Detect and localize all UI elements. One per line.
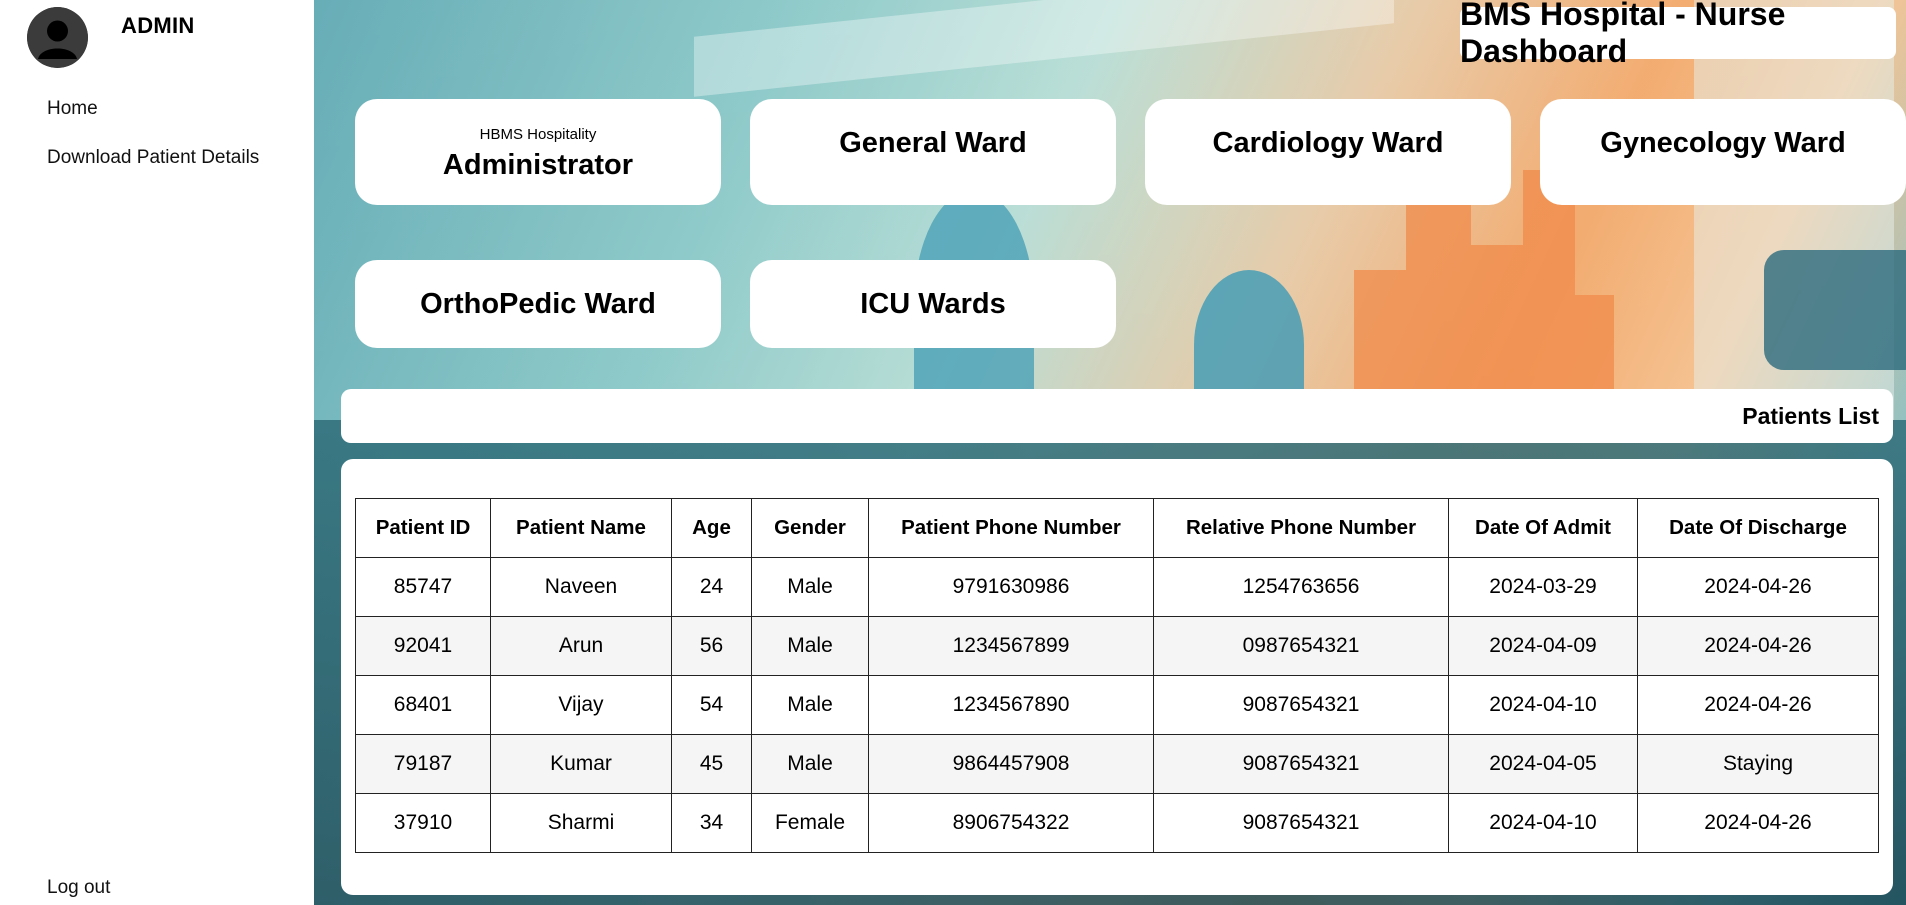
table-cell: Vijay bbox=[490, 675, 672, 735]
table-row: 92041 Arun 56 Male 1234567899 0987654321 2024-… bbox=[355, 616, 1879, 676]
table-cell: 1254763656 bbox=[1153, 557, 1449, 617]
general-ward-label: General Ward bbox=[839, 126, 1027, 159]
table-cell: 92041 bbox=[355, 616, 491, 676]
table-cell: 2024-04-09 bbox=[1448, 616, 1638, 676]
column-header: Patient Phone Number bbox=[868, 498, 1154, 558]
nav-home-link[interactable]: Home bbox=[47, 98, 98, 120]
general-ward-card[interactable]: General Ward bbox=[750, 99, 1116, 205]
patients-table-panel: Patient ID Patient Name Age Gender Patie… bbox=[341, 459, 1893, 895]
table-cell: Arun bbox=[490, 616, 672, 676]
sidebar: ADMIN Home Download Patient Details Log … bbox=[0, 0, 314, 905]
column-header: Gender bbox=[751, 498, 869, 558]
cardiology-ward-label: Cardiology Ward bbox=[1212, 126, 1444, 159]
table-cell: Sharmi bbox=[490, 793, 672, 853]
patients-table: Patient ID Patient Name Age Gender Patie… bbox=[355, 498, 1879, 853]
table-cell: Male bbox=[751, 557, 869, 617]
background-illustration bbox=[694, 0, 1394, 97]
page-title: BMS Hospital - Nurse Dashboard bbox=[1460, 0, 1896, 69]
column-header: Relative Phone Number bbox=[1153, 498, 1449, 558]
main-area: BMS Hospital - Nurse Dashboard HBMS Hosp… bbox=[314, 0, 1906, 905]
administrator-card-label: Administrator bbox=[442, 149, 634, 181]
table-cell: 2024-03-29 bbox=[1448, 557, 1638, 617]
background-illustration bbox=[1354, 170, 1614, 420]
table-cell: 85747 bbox=[355, 557, 491, 617]
table-cell: 1234567890 bbox=[868, 675, 1154, 735]
table-cell: Male bbox=[751, 675, 869, 735]
table-cell: 1234567899 bbox=[868, 616, 1154, 676]
gynecology-ward-card[interactable]: Gynecology Ward bbox=[1540, 99, 1906, 205]
table-cell: 0987654321 bbox=[1153, 616, 1449, 676]
table-cell: 34 bbox=[671, 793, 752, 853]
table-cell: 56 bbox=[671, 616, 752, 676]
orthopedic-ward-label: OrthoPedic Ward bbox=[420, 287, 656, 320]
column-header: Date Of Admit bbox=[1448, 498, 1638, 558]
table-cell: 2024-04-26 bbox=[1637, 675, 1879, 735]
app: ADMIN Home Download Patient Details Log … bbox=[0, 0, 1906, 905]
table-cell: 2024-04-10 bbox=[1448, 675, 1638, 735]
table-cell: 8906754322 bbox=[868, 793, 1154, 853]
table-cell: Kumar bbox=[490, 734, 672, 794]
nav-logout-link[interactable]: Log out bbox=[47, 877, 110, 899]
table-cell: 2024-04-05 bbox=[1448, 734, 1638, 794]
table-cell: 9087654321 bbox=[1153, 734, 1449, 794]
column-header: Date Of Discharge bbox=[1637, 498, 1879, 558]
orthopedic-ward-card[interactable]: OrthoPedic Ward bbox=[355, 260, 721, 348]
table-cell: 9791630986 bbox=[868, 557, 1154, 617]
administrator-card[interactable]: HBMS Hospitality Administrator bbox=[355, 99, 721, 205]
table-cell: Naveen bbox=[490, 557, 672, 617]
table-cell: 9087654321 bbox=[1153, 675, 1449, 735]
table-cell: 2024-04-26 bbox=[1637, 616, 1879, 676]
table-header-row: Patient ID Patient Name Age Gender Patie… bbox=[355, 498, 1879, 558]
patients-list-header: Patients List bbox=[341, 389, 1893, 443]
table-cell: 37910 bbox=[355, 793, 491, 853]
column-header: Patient ID bbox=[355, 498, 491, 558]
icu-wards-label: ICU Wards bbox=[860, 287, 1006, 320]
user-name: ADMIN bbox=[121, 13, 195, 38]
table-cell: 45 bbox=[671, 734, 752, 794]
table-cell: 9087654321 bbox=[1153, 793, 1449, 853]
table-row: 37910 Sharmi 34 Female 8906754322 9087654321 2… bbox=[355, 793, 1879, 853]
table-cell: 24 bbox=[671, 557, 752, 617]
table-row: 68401 Vijay 54 Male 1234567890 9087654321 2024… bbox=[355, 675, 1879, 735]
table-cell: Male bbox=[751, 734, 869, 794]
table-cell: 2024-04-10 bbox=[1448, 793, 1638, 853]
table-cell: 79187 bbox=[355, 734, 491, 794]
table-cell: 2024-04-26 bbox=[1637, 793, 1879, 853]
table-cell: Female bbox=[751, 793, 869, 853]
table-cell: 54 bbox=[671, 675, 752, 735]
nav-download-patient-details-link[interactable]: Download Patient Details bbox=[47, 147, 259, 169]
administrator-card-subtitle: HBMS Hospitality bbox=[479, 126, 597, 143]
table-cell: 2024-04-26 bbox=[1637, 557, 1879, 617]
background-illustration bbox=[1764, 250, 1906, 370]
table-cell: Male bbox=[751, 616, 869, 676]
table-row: 79187 Kumar 45 Male 9864457908 9087654321 2024… bbox=[355, 734, 1879, 794]
table-cell: Staying bbox=[1637, 734, 1879, 794]
table-cell: 68401 bbox=[355, 675, 491, 735]
icu-wards-card[interactable]: ICU Wards bbox=[750, 260, 1116, 348]
user-avatar-icon bbox=[27, 7, 88, 68]
cardiology-ward-card[interactable]: Cardiology Ward bbox=[1145, 99, 1511, 205]
column-header: Age bbox=[671, 498, 752, 558]
table-cell: 9864457908 bbox=[868, 734, 1154, 794]
patients-list-title: Patients List bbox=[1742, 402, 1879, 429]
column-header: Patient Name bbox=[490, 498, 672, 558]
gynecology-ward-label: Gynecology Ward bbox=[1600, 126, 1846, 159]
table-row: 85747 Naveen 24 Male 9791630986 1254763656 202… bbox=[355, 557, 1879, 617]
